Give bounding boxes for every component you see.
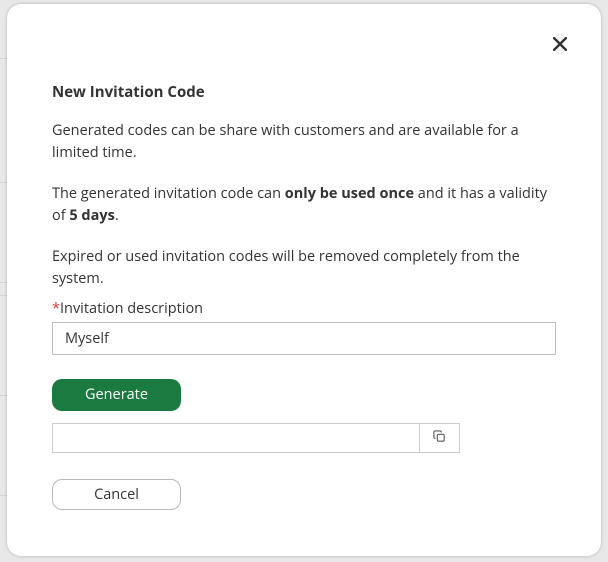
close-icon bbox=[553, 37, 567, 54]
invitation-description-input[interactable] bbox=[52, 322, 556, 355]
generate-button[interactable]: Generate bbox=[52, 379, 181, 411]
new-invitation-code-modal: New Invitation Code Generated codes can … bbox=[7, 4, 601, 556]
description-label: Invitation description bbox=[60, 299, 203, 318]
description-label-row: *Invitation description bbox=[52, 299, 556, 318]
copy-icon bbox=[432, 429, 447, 447]
intro-text: Generated codes can be share with custom… bbox=[52, 120, 556, 165]
usage-once: only be used once bbox=[285, 184, 414, 203]
required-marker: * bbox=[52, 299, 60, 318]
cancel-button[interactable]: Cancel bbox=[52, 479, 181, 510]
copy-code-button[interactable] bbox=[419, 424, 459, 452]
usage-days: 5 days bbox=[69, 206, 114, 225]
close-button[interactable] bbox=[547, 32, 573, 58]
expire-text: Expired or used invitation codes will be… bbox=[52, 246, 556, 291]
generated-code-field[interactable] bbox=[53, 424, 419, 452]
modal-title: New Invitation Code bbox=[52, 82, 556, 102]
usage-text: The generated invitation code can only b… bbox=[52, 183, 556, 228]
usage-post: . bbox=[115, 206, 119, 225]
generated-code-row bbox=[52, 423, 460, 453]
usage-pre: The generated invitation code can bbox=[52, 184, 285, 203]
